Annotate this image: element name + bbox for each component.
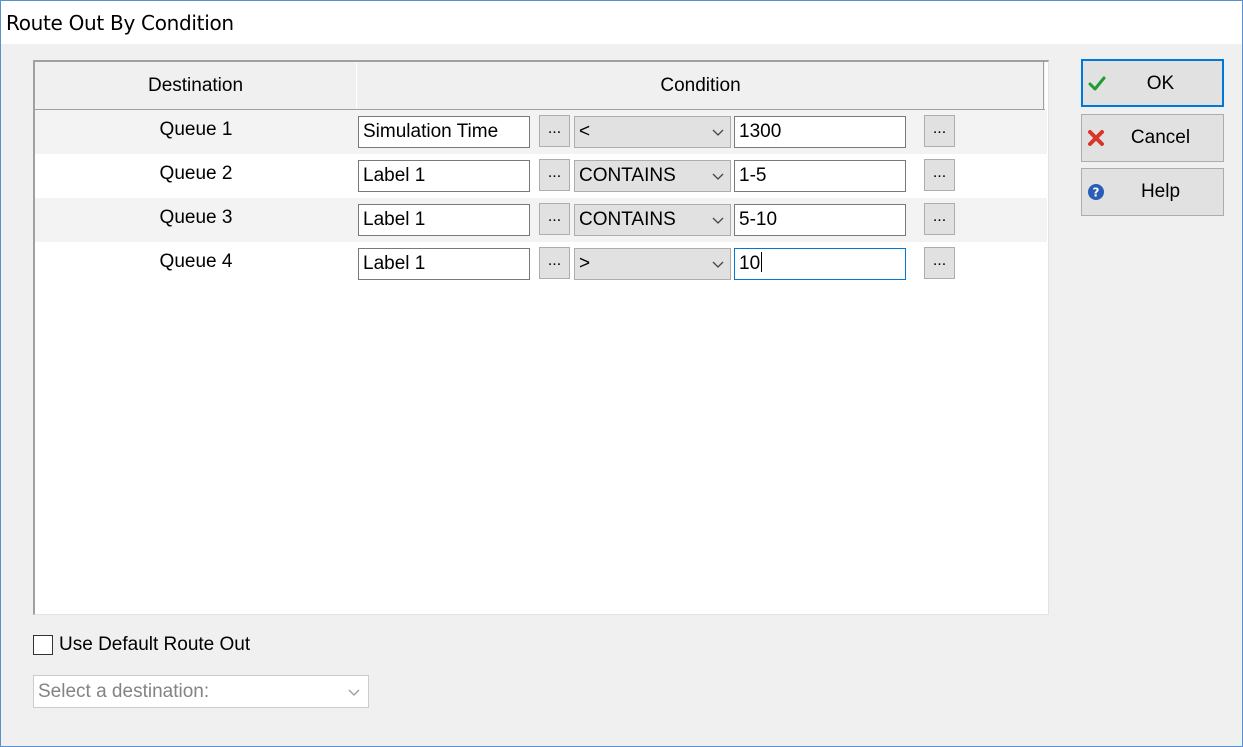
default-destination-select[interactable]: Select a destination: — [33, 675, 369, 708]
cancel-label: Cancel — [1130, 127, 1191, 148]
operator-value: CONTAINS — [579, 165, 676, 186]
value-browse-button[interactable]: ... — [924, 203, 955, 235]
value-field[interactable]: 1300 — [734, 116, 906, 148]
title-bar[interactable]: Route Out By Condition — [1, 1, 1242, 44]
help-button[interactable]: ? Help — [1081, 168, 1224, 216]
value-field[interactable]: 1-5 — [734, 160, 906, 192]
header-destination[interactable]: Destination — [35, 62, 357, 109]
condition-grid: Destination Condition Queue 1 Simulation… — [33, 60, 1049, 615]
variable-browse-button[interactable]: ... — [539, 159, 570, 191]
chevron-down-icon — [348, 689, 360, 696]
chevron-down-icon — [712, 261, 724, 268]
value-browse-button[interactable]: ... — [924, 115, 955, 147]
variable-field[interactable]: Label 1 — [358, 160, 530, 192]
variable-browse-button[interactable]: ... — [539, 247, 570, 279]
row-destination: Queue 3 — [159, 207, 233, 228]
value-field[interactable]: 5-10 — [734, 204, 906, 236]
operator-value: > — [579, 253, 591, 274]
cancel-button[interactable]: Cancel — [1081, 114, 1224, 162]
route-out-dialog: Route Out By Condition Destination Condi… — [0, 0, 1243, 747]
row-destination: Queue 1 — [159, 119, 233, 140]
grid-header: Destination Condition — [35, 62, 1045, 110]
value-field[interactable]: 10 — [734, 248, 906, 280]
operator-value: < — [579, 121, 591, 142]
operator-value: CONTAINS — [579, 209, 676, 230]
variable-field[interactable]: Label 1 — [358, 204, 530, 236]
value-browse-button[interactable]: ... — [924, 159, 955, 191]
variable-browse-button[interactable]: ... — [539, 203, 570, 235]
variable-browse-button[interactable]: ... — [539, 115, 570, 147]
table-row: Queue 1 Simulation Time ... < 1300 ... — [35, 110, 1047, 154]
value-text: 10 — [739, 253, 761, 274]
window-title: Route Out By Condition — [6, 11, 234, 35]
operator-select[interactable]: CONTAINS — [574, 204, 731, 236]
row-destination: Queue 4 — [159, 251, 233, 272]
table-row: Queue 4 Label 1 ... > 10 ... — [35, 242, 1047, 286]
ok-label: OK — [1146, 73, 1175, 94]
operator-select[interactable]: < — [574, 116, 731, 148]
header-condition[interactable]: Condition — [358, 62, 1044, 109]
default-route-label[interactable]: Use Default Route Out — [59, 633, 250, 657]
variable-field[interactable]: Label 1 — [358, 248, 530, 280]
row-destination: Queue 2 — [159, 163, 233, 184]
table-row: Queue 2 Label 1 ... CONTAINS 1-5 ... — [35, 154, 1047, 198]
operator-select[interactable]: CONTAINS — [574, 160, 731, 192]
default-destination-placeholder: Select a destination: — [38, 681, 210, 702]
text-caret — [761, 252, 763, 272]
table-row: Queue 3 Label 1 ... CONTAINS 5-10 ... — [35, 198, 1047, 242]
variable-field[interactable]: Simulation Time — [358, 116, 530, 148]
ok-button[interactable]: OK — [1081, 59, 1224, 107]
operator-select[interactable]: > — [574, 248, 731, 280]
value-browse-button[interactable]: ... — [924, 247, 955, 279]
chevron-down-icon — [712, 217, 724, 224]
default-route-checkbox[interactable] — [33, 635, 53, 655]
chevron-down-icon — [712, 173, 724, 180]
help-label: Help — [1140, 181, 1181, 202]
chevron-down-icon — [712, 129, 724, 136]
